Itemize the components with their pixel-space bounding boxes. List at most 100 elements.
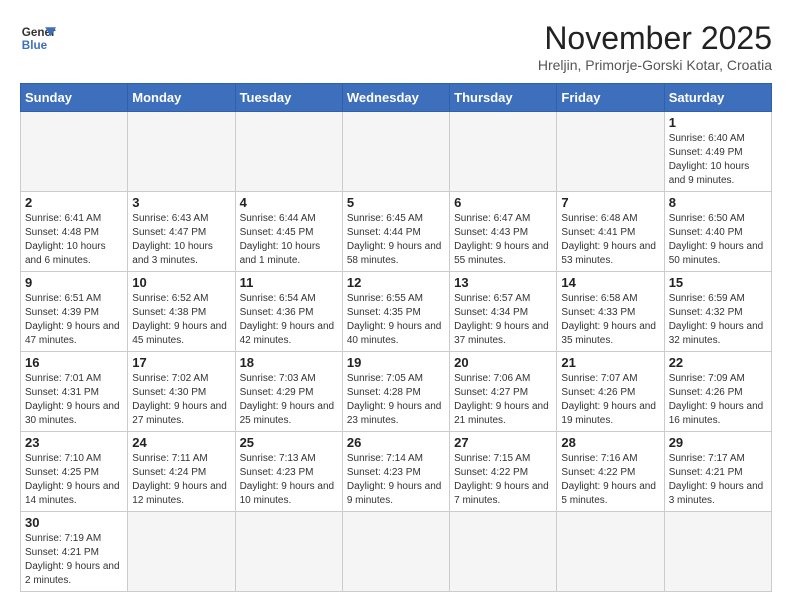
calendar-cell: [342, 512, 449, 592]
calendar-cell: 13 Sunrise: 6:57 AMSunset: 4:34 PMDayligh…: [450, 272, 557, 352]
calendar-week-row: 1 Sunrise: 6:40 AMSunset: 4:49 PMDaylight…: [21, 112, 772, 192]
day-info: Sunrise: 7:02 AMSunset: 4:30 PMDaylight:…: [132, 372, 230, 428]
calendar-cell: [450, 112, 557, 192]
calendar-cell: 11 Sunrise: 6:54 AMSunset: 4:36 PMDayligh…: [235, 272, 342, 352]
calendar-cell: 10Sunrise: 6:52 AMSunset: 4:38 PMDayligh…: [128, 272, 235, 352]
weekday-header-saturday: Saturday: [664, 84, 771, 112]
calendar-cell: 30Sunrise: 7:19 AMSunset: 4:21 PMDayligh…: [21, 512, 128, 592]
logo: General Blue: [20, 20, 56, 56]
calendar-cell: 19 Sunrise: 7:05 AMSunset: 4:28 PMDayligh…: [342, 352, 449, 432]
calendar-cell: [128, 112, 235, 192]
calendar-cell: 29 Sunrise: 7:17 AMSunset: 4:21 PMDayligh…: [664, 432, 771, 512]
day-info: Sunrise: 7:07 AMSunset: 4:26 PMDaylight:…: [561, 372, 659, 428]
day-number: 25: [240, 435, 338, 450]
day-number: 26: [347, 435, 445, 450]
day-number: 8: [669, 195, 767, 210]
day-number: 30: [25, 515, 123, 530]
calendar-cell: 27 Sunrise: 7:15 AMSunset: 4:22 PMDayligh…: [450, 432, 557, 512]
day-info: Sunrise: 7:11 AMSunset: 4:24 PMDaylight:…: [132, 452, 230, 508]
calendar-table: SundayMondayTuesdayWednesdayThursdayFrid…: [20, 83, 772, 592]
calendar-cell: 26 Sunrise: 7:14 AMSunset: 4:23 PMDayligh…: [342, 432, 449, 512]
day-number: 6: [454, 195, 552, 210]
day-number: 3: [132, 195, 230, 210]
calendar-cell: [235, 512, 342, 592]
day-info: Sunrise: 7:16 AMSunset: 4:22 PMDaylight:…: [561, 452, 659, 508]
day-number: 12: [347, 275, 445, 290]
calendar-cell: 17 Sunrise: 7:02 AMSunset: 4:30 PMDayligh…: [128, 352, 235, 432]
day-info: Sunrise: 6:58 AMSunset: 4:33 PMDaylight:…: [561, 292, 659, 348]
calendar-cell: 12Sunrise: 6:55 AMSunset: 4:35 PMDayligh…: [342, 272, 449, 352]
day-number: 7: [561, 195, 659, 210]
day-info: Sunrise: 6:45 AMSunset: 4:44 PMDaylight:…: [347, 212, 445, 268]
day-info: Sunrise: 7:14 AMSunset: 4:23 PMDaylight:…: [347, 452, 445, 508]
calendar-cell: 4 Sunrise: 6:44 AMSunset: 4:45 PMDaylight…: [235, 192, 342, 272]
day-number: 13: [454, 275, 552, 290]
weekday-header-monday: Monday: [128, 84, 235, 112]
calendar-cell: 5 Sunrise: 6:45 AMSunset: 4:44 PMDaylight…: [342, 192, 449, 272]
day-info: Sunrise: 6:48 AMSunset: 4:41 PMDaylight:…: [561, 212, 659, 268]
day-info: Sunrise: 6:50 AMSunset: 4:40 PMDaylight:…: [669, 212, 767, 268]
logo-icon: General Blue: [20, 20, 56, 56]
day-info: Sunrise: 7:17 AMSunset: 4:21 PMDaylight:…: [669, 452, 767, 508]
day-info: Sunrise: 6:52 AMSunset: 4:38 PMDaylight:…: [132, 292, 230, 348]
day-info: Sunrise: 6:44 AMSunset: 4:45 PMDaylight:…: [240, 212, 338, 268]
day-info: Sunrise: 7:09 AMSunset: 4:26 PMDaylight:…: [669, 372, 767, 428]
day-info: Sunrise: 7:15 AMSunset: 4:22 PMDaylight:…: [454, 452, 552, 508]
calendar-week-row: 30Sunrise: 7:19 AMSunset: 4:21 PMDayligh…: [21, 512, 772, 592]
calendar-cell: 9 Sunrise: 6:51 AMSunset: 4:39 PMDaylight…: [21, 272, 128, 352]
calendar-cell: 3 Sunrise: 6:43 AMSunset: 4:47 PMDaylight…: [128, 192, 235, 272]
calendar-cell: 25 Sunrise: 7:13 AMSunset: 4:23 PMDayligh…: [235, 432, 342, 512]
month-title: November 2025: [538, 20, 772, 57]
calendar-week-row: 9 Sunrise: 6:51 AMSunset: 4:39 PMDaylight…: [21, 272, 772, 352]
day-number: 27: [454, 435, 552, 450]
day-number: 17: [132, 355, 230, 370]
day-info: Sunrise: 6:43 AMSunset: 4:47 PMDaylight:…: [132, 212, 230, 268]
day-info: Sunrise: 6:40 AMSunset: 4:49 PMDaylight:…: [669, 132, 767, 188]
title-block: November 2025 Hreljin, Primorje-Gorski K…: [538, 20, 772, 73]
day-info: Sunrise: 6:41 AMSunset: 4:48 PMDaylight:…: [25, 212, 123, 268]
day-number: 19: [347, 355, 445, 370]
day-number: 11: [240, 275, 338, 290]
calendar-cell: 16Sunrise: 7:01 AMSunset: 4:31 PMDayligh…: [21, 352, 128, 432]
day-number: 24: [132, 435, 230, 450]
day-info: Sunrise: 7:13 AMSunset: 4:23 PMDaylight:…: [240, 452, 338, 508]
calendar-cell: [450, 512, 557, 592]
day-number: 4: [240, 195, 338, 210]
calendar-cell: 28 Sunrise: 7:16 AMSunset: 4:22 PMDayligh…: [557, 432, 664, 512]
calendar-cell: 1 Sunrise: 6:40 AMSunset: 4:49 PMDaylight…: [664, 112, 771, 192]
calendar-cell: 8 Sunrise: 6:50 AMSunset: 4:40 PMDaylight…: [664, 192, 771, 272]
day-number: 23: [25, 435, 123, 450]
day-info: Sunrise: 6:54 AMSunset: 4:36 PMDaylight:…: [240, 292, 338, 348]
day-number: 14: [561, 275, 659, 290]
day-info: Sunrise: 7:03 AMSunset: 4:29 PMDaylight:…: [240, 372, 338, 428]
calendar-cell: 23 Sunrise: 7:10 AMSunset: 4:25 PMDayligh…: [21, 432, 128, 512]
calendar-cell: 18Sunrise: 7:03 AMSunset: 4:29 PMDayligh…: [235, 352, 342, 432]
day-info: Sunrise: 6:51 AMSunset: 4:39 PMDaylight:…: [25, 292, 123, 348]
calendar-cell: 14 Sunrise: 6:58 AMSunset: 4:33 PMDayligh…: [557, 272, 664, 352]
calendar-cell: 20Sunrise: 7:06 AMSunset: 4:27 PMDayligh…: [450, 352, 557, 432]
calendar-cell: 2 Sunrise: 6:41 AMSunset: 4:48 PMDaylight…: [21, 192, 128, 272]
day-info: Sunrise: 7:01 AMSunset: 4:31 PMDaylight:…: [25, 372, 123, 428]
calendar-week-row: 23 Sunrise: 7:10 AMSunset: 4:25 PMDayligh…: [21, 432, 772, 512]
day-number: 2: [25, 195, 123, 210]
calendar-cell: [557, 512, 664, 592]
day-number: 5: [347, 195, 445, 210]
day-number: 21: [561, 355, 659, 370]
svg-text:Blue: Blue: [22, 39, 48, 52]
day-info: Sunrise: 7:05 AMSunset: 4:28 PMDaylight:…: [347, 372, 445, 428]
calendar-cell: [342, 112, 449, 192]
day-number: 1: [669, 115, 767, 130]
day-number: 28: [561, 435, 659, 450]
day-info: Sunrise: 6:59 AMSunset: 4:32 PMDaylight:…: [669, 292, 767, 348]
day-number: 9: [25, 275, 123, 290]
calendar-cell: [664, 512, 771, 592]
day-info: Sunrise: 6:47 AMSunset: 4:43 PMDaylight:…: [454, 212, 552, 268]
day-number: 29: [669, 435, 767, 450]
calendar-cell: 21 Sunrise: 7:07 AMSunset: 4:26 PMDayligh…: [557, 352, 664, 432]
calendar-week-row: 16Sunrise: 7:01 AMSunset: 4:31 PMDayligh…: [21, 352, 772, 432]
day-info: Sunrise: 7:10 AMSunset: 4:25 PMDaylight:…: [25, 452, 123, 508]
location: Hreljin, Primorje-Gorski Kotar, Croatia: [538, 57, 772, 73]
calendar-cell: [557, 112, 664, 192]
day-info: Sunrise: 6:57 AMSunset: 4:34 PMDaylight:…: [454, 292, 552, 348]
calendar-cell: [128, 512, 235, 592]
